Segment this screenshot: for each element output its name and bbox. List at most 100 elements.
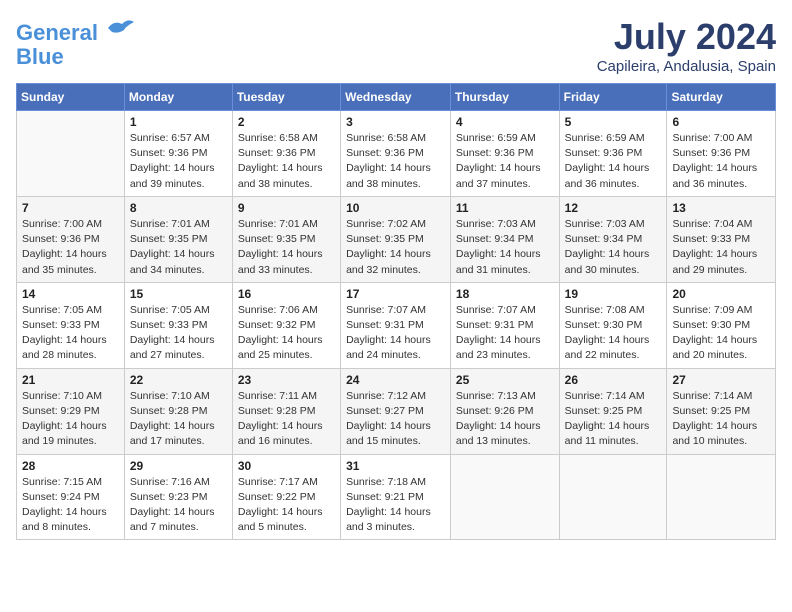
day-info: Sunrise: 7:03 AM Sunset: 9:34 PM Dayligh… xyxy=(565,217,662,278)
day-number: 7 xyxy=(22,201,119,215)
week-row-5: 28 Sunrise: 7:15 AM Sunset: 9:24 PM Dayli… xyxy=(17,454,776,540)
calendar-cell: 3 Sunrise: 6:58 AM Sunset: 9:36 PM Daylig… xyxy=(341,111,451,197)
day-info: Sunrise: 6:58 AM Sunset: 9:36 PM Dayligh… xyxy=(346,131,445,192)
day-info: Sunrise: 7:00 AM Sunset: 9:36 PM Dayligh… xyxy=(22,217,119,278)
calendar-cell xyxy=(17,111,125,197)
day-info: Sunrise: 7:01 AM Sunset: 9:35 PM Dayligh… xyxy=(130,217,227,278)
day-info: Sunrise: 6:59 AM Sunset: 9:36 PM Dayligh… xyxy=(456,131,554,192)
calendar-cell: 27 Sunrise: 7:14 AM Sunset: 9:25 PM Dayli… xyxy=(667,368,776,454)
day-number: 27 xyxy=(672,373,770,387)
day-number: 22 xyxy=(130,373,227,387)
header-tuesday: Tuesday xyxy=(232,84,340,111)
day-info: Sunrise: 7:14 AM Sunset: 9:25 PM Dayligh… xyxy=(672,389,770,450)
calendar-cell: 21 Sunrise: 7:10 AM Sunset: 9:29 PM Dayli… xyxy=(17,368,125,454)
calendar-cell: 29 Sunrise: 7:16 AM Sunset: 9:23 PM Dayli… xyxy=(124,454,232,540)
day-number: 6 xyxy=(672,115,770,129)
day-number: 28 xyxy=(22,459,119,473)
day-info: Sunrise: 7:01 AM Sunset: 9:35 PM Dayligh… xyxy=(238,217,335,278)
day-number: 13 xyxy=(672,201,770,215)
calendar-cell: 1 Sunrise: 6:57 AM Sunset: 9:36 PM Daylig… xyxy=(124,111,232,197)
day-info: Sunrise: 7:16 AM Sunset: 9:23 PM Dayligh… xyxy=(130,475,227,536)
day-number: 17 xyxy=(346,287,445,301)
calendar-header-row: SundayMondayTuesdayWednesdayThursdayFrid… xyxy=(17,84,776,111)
day-number: 10 xyxy=(346,201,445,215)
day-info: Sunrise: 7:15 AM Sunset: 9:24 PM Dayligh… xyxy=(22,475,119,536)
day-number: 8 xyxy=(130,201,227,215)
page-header: General Blue July 2024 Capileira, Andalu… xyxy=(16,16,776,75)
header-wednesday: Wednesday xyxy=(341,84,451,111)
day-number: 30 xyxy=(238,459,335,473)
day-number: 21 xyxy=(22,373,119,387)
day-number: 19 xyxy=(565,287,662,301)
calendar-cell: 10 Sunrise: 7:02 AM Sunset: 9:35 PM Dayli… xyxy=(341,196,451,282)
header-sunday: Sunday xyxy=(17,84,125,111)
calendar-cell: 26 Sunrise: 7:14 AM Sunset: 9:25 PM Dayli… xyxy=(559,368,667,454)
calendar-cell: 18Sunrise: 7:07 AM Sunset: 9:31 PM Dayli… xyxy=(450,282,559,368)
day-number: 11 xyxy=(456,201,554,215)
day-info: Sunrise: 7:09 AM Sunset: 9:30 PM Dayligh… xyxy=(672,303,770,364)
calendar-cell: 7 Sunrise: 7:00 AM Sunset: 9:36 PM Daylig… xyxy=(17,196,125,282)
calendar-cell xyxy=(559,454,667,540)
day-number: 2 xyxy=(238,115,335,129)
header-saturday: Saturday xyxy=(667,84,776,111)
day-number: 23 xyxy=(238,373,335,387)
day-info: Sunrise: 7:07 AM Sunset: 9:31 PM Dayligh… xyxy=(456,303,554,364)
calendar-cell: 5Sunrise: 6:59 AM Sunset: 9:36 PM Daylig… xyxy=(559,111,667,197)
day-info: Sunrise: 7:10 AM Sunset: 9:28 PM Dayligh… xyxy=(130,389,227,450)
day-number: 1 xyxy=(130,115,227,129)
calendar-cell: 13 Sunrise: 7:04 AM Sunset: 9:33 PM Dayli… xyxy=(667,196,776,282)
calendar-cell: 25 Sunrise: 7:13 AM Sunset: 9:26 PM Dayli… xyxy=(450,368,559,454)
day-number: 20 xyxy=(672,287,770,301)
day-info: Sunrise: 6:59 AM Sunset: 9:36 PM Dayligh… xyxy=(565,131,662,192)
day-number: 3 xyxy=(346,115,445,129)
calendar-cell: 2 Sunrise: 6:58 AM Sunset: 9:36 PM Daylig… xyxy=(232,111,340,197)
day-number: 12 xyxy=(565,201,662,215)
calendar-table: SundayMondayTuesdayWednesdayThursdayFrid… xyxy=(16,83,776,540)
day-number: 9 xyxy=(238,201,335,215)
header-friday: Friday xyxy=(559,84,667,111)
calendar-cell: 30Sunrise: 7:17 AM Sunset: 9:22 PM Dayli… xyxy=(232,454,340,540)
day-info: Sunrise: 7:05 AM Sunset: 9:33 PM Dayligh… xyxy=(22,303,119,364)
day-info: Sunrise: 7:07 AM Sunset: 9:31 PM Dayligh… xyxy=(346,303,445,364)
calendar-cell: 8 Sunrise: 7:01 AM Sunset: 9:35 PM Daylig… xyxy=(124,196,232,282)
calendar-cell xyxy=(450,454,559,540)
day-info: Sunrise: 6:58 AM Sunset: 9:36 PM Dayligh… xyxy=(238,131,335,192)
day-info: Sunrise: 7:10 AM Sunset: 9:29 PM Dayligh… xyxy=(22,389,119,450)
day-info: Sunrise: 7:00 AM Sunset: 9:36 PM Dayligh… xyxy=(672,131,770,192)
day-info: Sunrise: 7:08 AM Sunset: 9:30 PM Dayligh… xyxy=(565,303,662,364)
calendar-cell: 24Sunrise: 7:12 AM Sunset: 9:27 PM Dayli… xyxy=(341,368,451,454)
day-info: Sunrise: 7:13 AM Sunset: 9:26 PM Dayligh… xyxy=(456,389,554,450)
calendar-cell: 6 Sunrise: 7:00 AM Sunset: 9:36 PM Daylig… xyxy=(667,111,776,197)
calendar-cell: 11 Sunrise: 7:03 AM Sunset: 9:34 PM Dayli… xyxy=(450,196,559,282)
logo-text-blue: Blue xyxy=(16,45,136,69)
calendar-cell: 9 Sunrise: 7:01 AM Sunset: 9:35 PM Daylig… xyxy=(232,196,340,282)
logo: General Blue xyxy=(16,16,136,69)
calendar-cell: 28 Sunrise: 7:15 AM Sunset: 9:24 PM Dayli… xyxy=(17,454,125,540)
calendar-cell: 15Sunrise: 7:05 AM Sunset: 9:33 PM Dayli… xyxy=(124,282,232,368)
day-number: 15 xyxy=(130,287,227,301)
calendar-cell: 14Sunrise: 7:05 AM Sunset: 9:33 PM Dayli… xyxy=(17,282,125,368)
calendar-cell: 23Sunrise: 7:11 AM Sunset: 9:28 PM Dayli… xyxy=(232,368,340,454)
day-info: Sunrise: 7:06 AM Sunset: 9:32 PM Dayligh… xyxy=(238,303,335,364)
calendar-cell: 12 Sunrise: 7:03 AM Sunset: 9:34 PM Dayli… xyxy=(559,196,667,282)
week-row-2: 7 Sunrise: 7:00 AM Sunset: 9:36 PM Daylig… xyxy=(17,196,776,282)
header-thursday: Thursday xyxy=(450,84,559,111)
day-info: Sunrise: 7:18 AM Sunset: 9:21 PM Dayligh… xyxy=(346,475,445,536)
calendar-cell: 19 Sunrise: 7:08 AM Sunset: 9:30 PM Dayli… xyxy=(559,282,667,368)
day-number: 29 xyxy=(130,459,227,473)
day-number: 26 xyxy=(565,373,662,387)
header-monday: Monday xyxy=(124,84,232,111)
day-info: Sunrise: 7:14 AM Sunset: 9:25 PM Dayligh… xyxy=(565,389,662,450)
week-row-4: 21 Sunrise: 7:10 AM Sunset: 9:29 PM Dayli… xyxy=(17,368,776,454)
day-number: 25 xyxy=(456,373,554,387)
day-info: Sunrise: 6:57 AM Sunset: 9:36 PM Dayligh… xyxy=(130,131,227,192)
logo-text: General xyxy=(16,16,136,45)
calendar-cell: 20 Sunrise: 7:09 AM Sunset: 9:30 PM Dayli… xyxy=(667,282,776,368)
calendar-cell: 4Sunrise: 6:59 AM Sunset: 9:36 PM Daylig… xyxy=(450,111,559,197)
day-info: Sunrise: 7:04 AM Sunset: 9:33 PM Dayligh… xyxy=(672,217,770,278)
day-number: 31 xyxy=(346,459,445,473)
day-info: Sunrise: 7:03 AM Sunset: 9:34 PM Dayligh… xyxy=(456,217,554,278)
month-title: July 2024 xyxy=(597,16,776,58)
day-number: 16 xyxy=(238,287,335,301)
day-info: Sunrise: 7:02 AM Sunset: 9:35 PM Dayligh… xyxy=(346,217,445,278)
